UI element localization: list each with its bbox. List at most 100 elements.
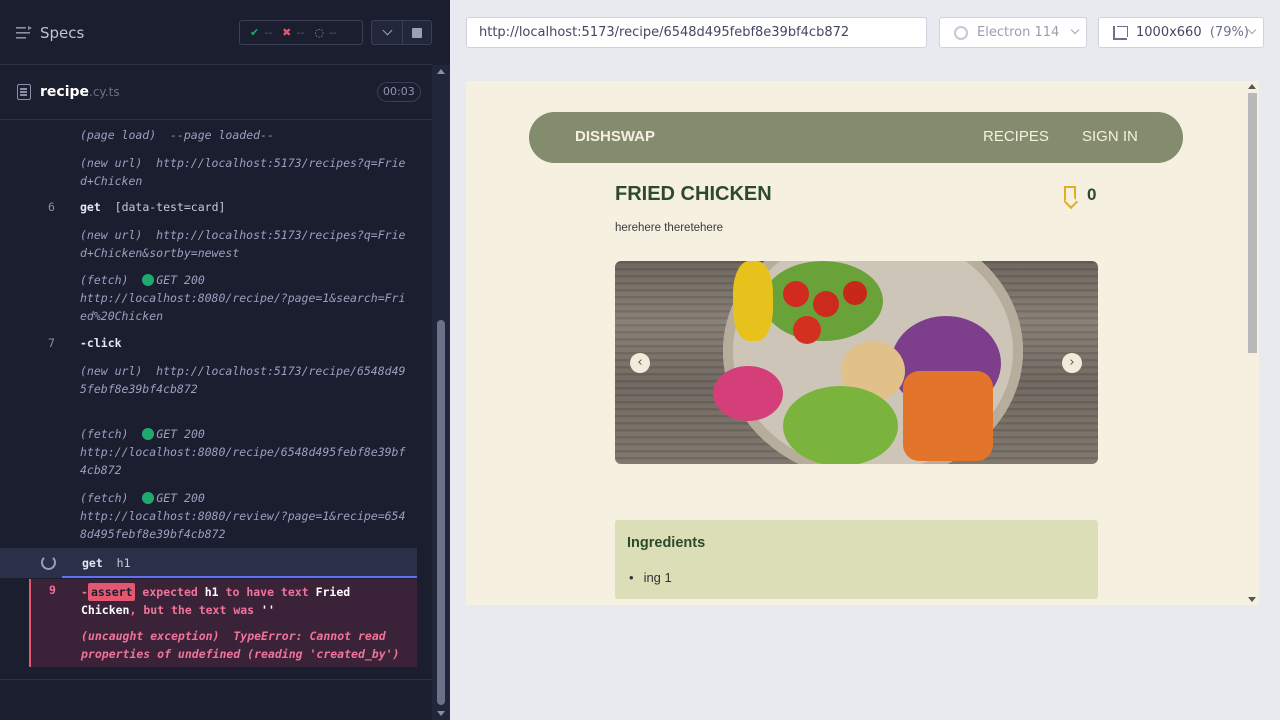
assertion-error[interactable]: 9 - assert expected h1 to have text Fried…: [29, 579, 417, 667]
cypress-runner-panel: Specs ✔ -- ✖ -- ◌ -- recipe.cy.ts 00:03 …: [0, 0, 450, 720]
nav-recipes-link[interactable]: RECIPES: [983, 128, 1049, 145]
status-dot-icon: [142, 274, 155, 286]
log-command: get: [82, 556, 103, 570]
bookmark-count: 0: [1087, 185, 1097, 204]
specs-label[interactable]: Specs: [40, 24, 84, 42]
recipe-title: FRIED CHICKEN: [615, 183, 772, 205]
tomato: [793, 316, 821, 344]
ingredients-title: Ingredients: [627, 535, 706, 551]
stop-icon: [412, 27, 422, 38]
log-text: http://localhost:8080/recipe/6548d495feb…: [80, 445, 406, 477]
log-type: (fetch): [80, 491, 129, 505]
brand-logo[interactable]: DISHSWAP: [575, 128, 655, 145]
error-text: to have text: [225, 585, 309, 599]
spinner-icon: [41, 555, 56, 570]
stop-button[interactable]: [402, 20, 432, 45]
log-scrollbar[interactable]: [432, 65, 450, 720]
viewport-selector[interactable]: 1000x660 (79%): [1098, 17, 1264, 48]
spinner-icon: ◌: [314, 26, 324, 39]
spec-header: recipe.cy.ts 00:03: [0, 66, 432, 120]
log-text: http://localhost:8080/recipe/?page=1&sea…: [80, 291, 406, 323]
browser-engine: Electron 114: [977, 25, 1060, 40]
scroll-up-icon[interactable]: [437, 69, 445, 74]
spec-file-name[interactable]: recipe.cy.ts: [40, 84, 120, 100]
error-text: , but the text was: [129, 603, 255, 617]
tomato: [783, 281, 809, 307]
app-navbar: DISHSWAP RECIPES SIGN IN: [529, 112, 1183, 163]
log-type: (fetch): [80, 427, 129, 441]
pending-count: --: [328, 26, 337, 39]
log-text: --page loaded--: [170, 128, 274, 142]
test-stats: ✔ -- ✖ -- ◌ --: [239, 20, 363, 45]
exception-type: (uncaught exception): [81, 629, 220, 643]
chevron-right-icon[interactable]: ›: [1062, 353, 1082, 373]
test-duration: 00:03: [377, 82, 421, 102]
sweet-potato: [903, 371, 993, 461]
log-text: h1: [116, 556, 131, 570]
app-scrollbar[interactable]: [1245, 81, 1259, 605]
browser-selector[interactable]: Electron 114: [939, 17, 1087, 48]
nav-signin-link[interactable]: SIGN IN: [1082, 128, 1138, 145]
error-actual: '': [261, 603, 275, 617]
failed-count: --: [296, 26, 305, 39]
scroll-thumb[interactable]: [437, 320, 445, 705]
log-type: (new url): [80, 364, 143, 378]
viewport-size: 1000x660: [1136, 25, 1202, 40]
chevron-left-icon[interactable]: ‹: [630, 353, 650, 373]
log-method: GET 200: [156, 427, 205, 441]
log-text: http://localhost:8080/review/?page=1&rec…: [80, 509, 406, 541]
tomato: [843, 281, 867, 305]
tomato: [813, 291, 839, 317]
log-number: 7: [48, 336, 55, 350]
browser-icon: [954, 26, 968, 40]
ruler-icon: [1113, 26, 1128, 40]
error-subject: h1: [204, 585, 219, 599]
ingredients-card: Ingredients ing 1: [615, 520, 1098, 599]
log-type: (fetch): [80, 273, 129, 287]
passed-count: --: [264, 26, 273, 39]
chevron-down-icon: [382, 25, 392, 36]
log-number: 6: [48, 200, 55, 214]
active-command[interactable]: get h1: [0, 548, 417, 578]
recipe-description: herehere theretehere: [615, 222, 724, 234]
app-frame: DISHSWAP RECIPES SIGN IN FRIED CHICKEN 0…: [466, 81, 1259, 605]
log-number: 9: [49, 583, 56, 597]
chevron-down-icon: [1070, 25, 1080, 35]
log-type: (new url): [80, 156, 143, 170]
url-bar[interactable]: http://localhost:5173/recipe/6548d495feb…: [466, 17, 927, 48]
scroll-up-icon[interactable]: [1248, 84, 1256, 89]
log-text: [data-test=card]: [114, 200, 226, 214]
recipe-image: [713, 261, 1023, 464]
assert-badge: assert: [87, 583, 136, 601]
status-dot-icon: [142, 428, 155, 440]
list-icon[interactable]: [16, 26, 32, 40]
peppers: [733, 261, 773, 341]
log-command: -click: [80, 336, 122, 350]
ingredient-item: ing 1: [627, 570, 672, 585]
divider: [0, 679, 432, 680]
scroll-down-icon[interactable]: [437, 711, 445, 716]
spec-ext-text: .cy.ts: [89, 85, 120, 99]
runner-topbar: Specs ✔ -- ✖ -- ◌ --: [0, 0, 432, 65]
status-dot-icon: [142, 492, 155, 504]
scroll-thumb[interactable]: [1248, 93, 1257, 353]
x-icon: ✖: [282, 26, 292, 39]
log-type: (new url): [80, 228, 143, 242]
bookmark-icon[interactable]: [1064, 186, 1076, 202]
error-text: expected: [142, 585, 198, 599]
browser-panel: http://localhost:5173/recipe/6548d495feb…: [450, 0, 1280, 720]
file-icon: [17, 84, 31, 100]
expand-collapse-button[interactable]: [371, 20, 403, 45]
log-method: GET 200: [156, 491, 205, 505]
check-icon: ✔: [250, 26, 260, 39]
chevron-down-icon: [1247, 25, 1257, 35]
log-type: (page load): [80, 128, 157, 142]
avocado: [783, 386, 898, 464]
radish: [713, 366, 783, 421]
command-log: (page load) --page loaded-- (new url) ht…: [0, 120, 432, 680]
log-method: GET 200: [156, 273, 205, 287]
viewport-zoom: (79%): [1209, 25, 1249, 40]
recipe-image-carousel[interactable]: ‹ ›: [615, 261, 1098, 464]
spec-name-text: recipe: [40, 84, 90, 100]
scroll-down-icon[interactable]: [1248, 597, 1256, 602]
